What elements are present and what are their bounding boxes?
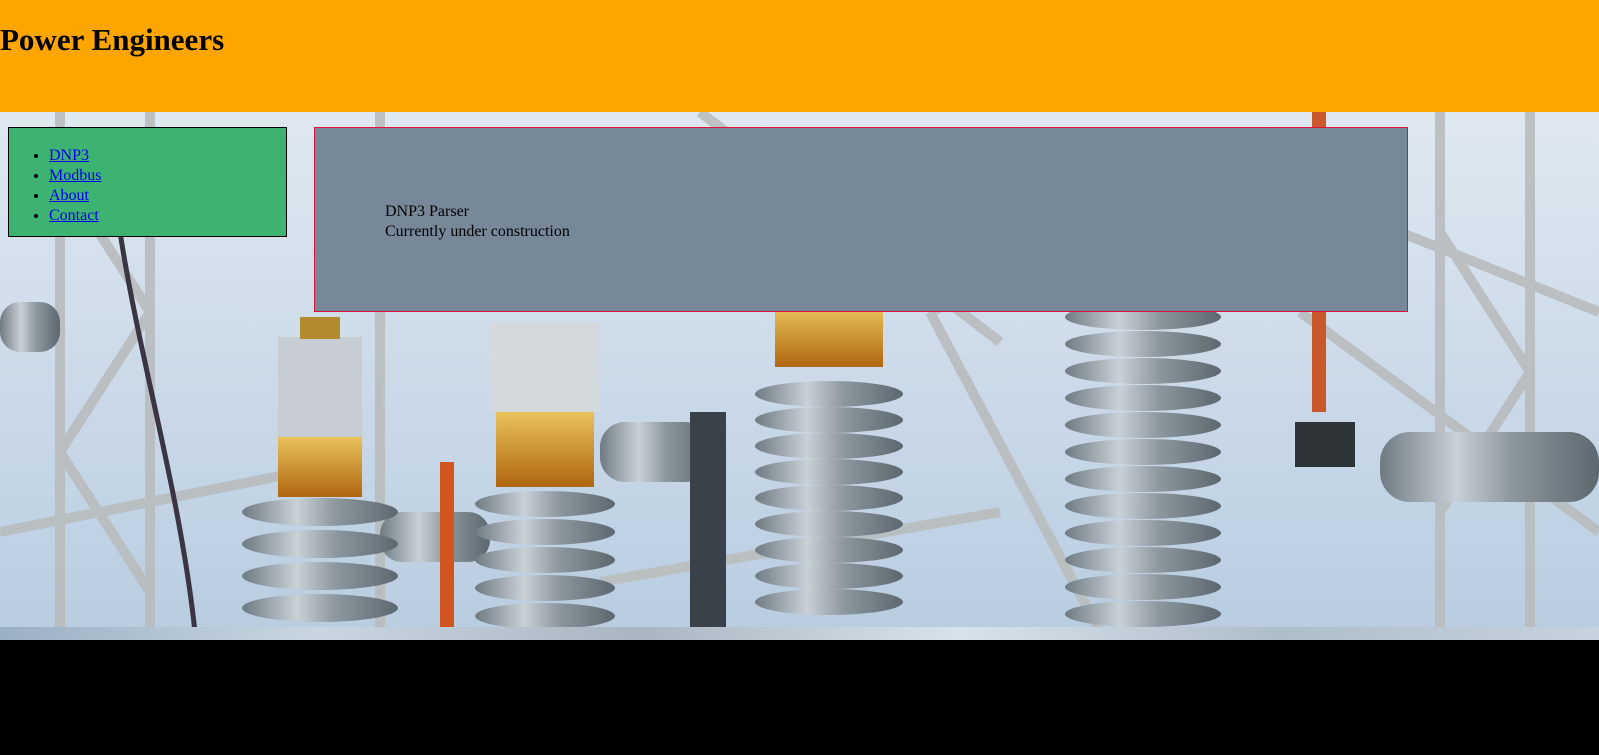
nav-link-contact[interactable]: Contact <box>49 207 99 224</box>
nav-item-dnp3: DNP3 <box>49 146 101 166</box>
nav-list: DNP3 Modbus About Contact <box>9 146 101 226</box>
nav-link-about[interactable]: About <box>49 187 89 204</box>
site-header: Power Engineers <box>0 0 1599 112</box>
nav-item-contact: Contact <box>49 206 101 226</box>
content-heading: DNP3 Parser <box>385 203 469 220</box>
main-content-panel: DNP3 Parser Currently under construction <box>314 127 1408 312</box>
content-text: DNP3 Parser Currently under construction <box>385 202 570 242</box>
nav-item-about: About <box>49 186 101 206</box>
nav-item-modbus: Modbus <box>49 166 101 186</box>
sidebar-nav: DNP3 Modbus About Contact <box>8 127 287 237</box>
nav-link-modbus[interactable]: Modbus <box>49 167 101 184</box>
nav-link-dnp3[interactable]: DNP3 <box>49 147 89 164</box>
site-title: Power Engineers <box>0 22 225 57</box>
image-strip <box>0 627 1599 640</box>
construction-status: Currently under construction <box>385 223 570 240</box>
site-footer <box>0 640 1599 755</box>
